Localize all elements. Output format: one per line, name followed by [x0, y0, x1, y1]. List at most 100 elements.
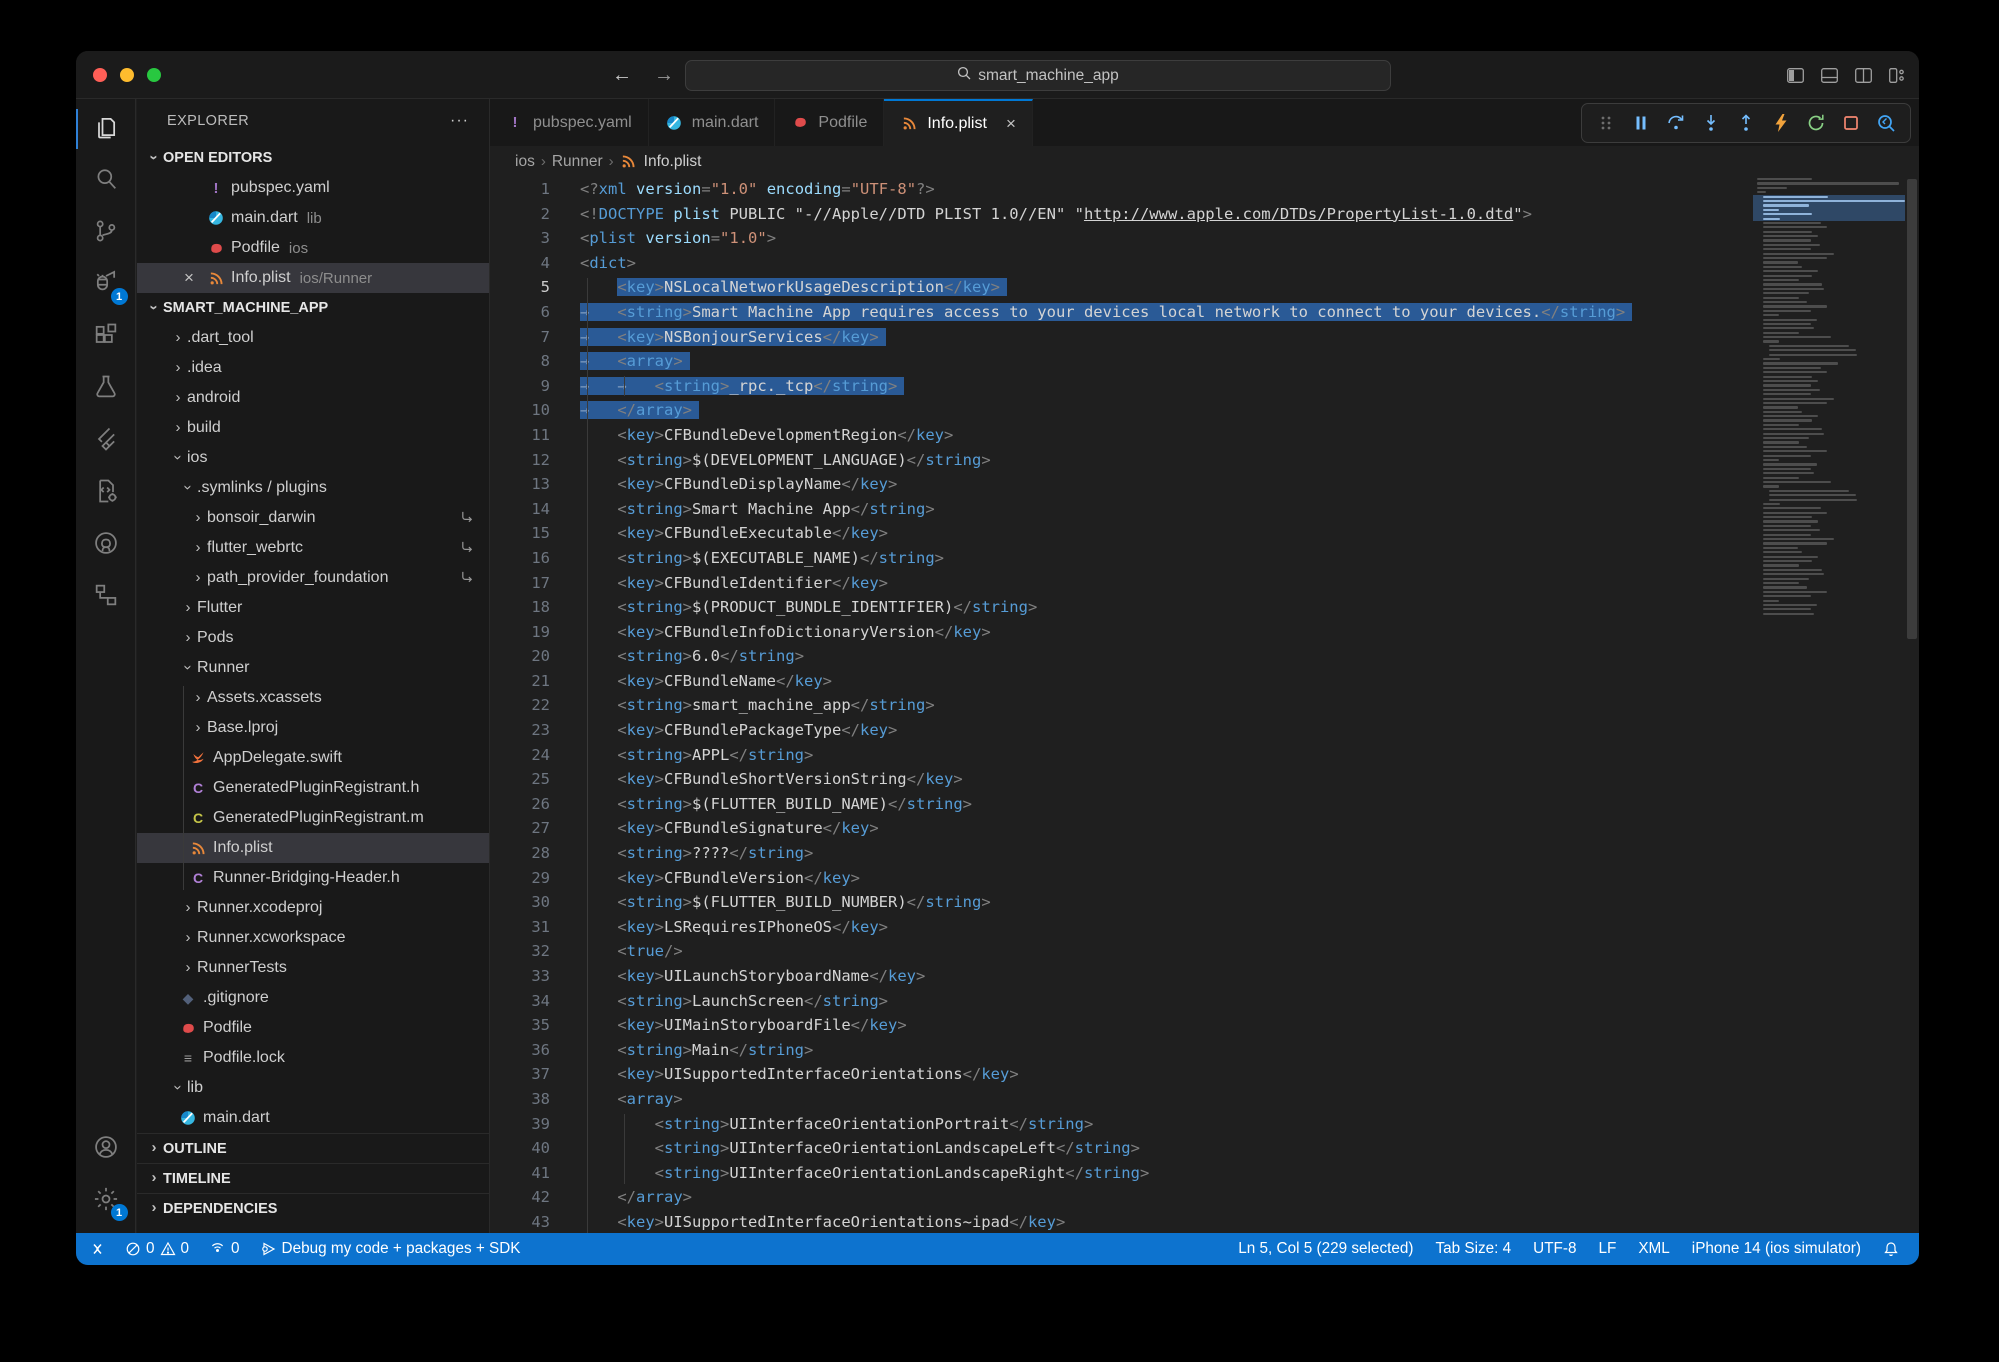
code-line-14[interactable]: 14 <string>Smart Machine App</string>: [490, 497, 1919, 522]
open-editor-main.dart[interactable]: main.dartlib: [137, 203, 489, 233]
open-editor-Info.plist[interactable]: ×Info.plistios/Runner: [137, 263, 489, 293]
tab-Info.plist[interactable]: Info.plist×: [884, 99, 1033, 146]
toggle-sidebar-icon[interactable]: [1787, 68, 1804, 83]
sidebar-item-github[interactable]: [76, 519, 136, 571]
code-line-19[interactable]: 19 <key>CFBundleInfoDictionaryVersion</k…: [490, 620, 1919, 645]
cursor-position[interactable]: Ln 5, Col 5 (229 selected): [1232, 1240, 1419, 1258]
close-icon[interactable]: ×: [177, 263, 201, 293]
problems-indicator[interactable]: 0 0: [119, 1233, 195, 1265]
sidebar-item-extensions[interactable]: [76, 311, 136, 363]
forward-button[interactable]: →: [654, 64, 674, 87]
tree-folder-Pods[interactable]: ›Pods: [137, 623, 489, 653]
tree-folder-Base.lproj[interactable]: ›Base.lproj: [137, 713, 489, 743]
close-icon[interactable]: ×: [1006, 114, 1016, 134]
tree-file-main.dart[interactable]: main.dart: [137, 1103, 489, 1133]
code-line-28[interactable]: 28 <string>????</string>: [490, 841, 1919, 866]
language-mode[interactable]: XML: [1632, 1240, 1675, 1258]
code-line-26[interactable]: 26 <string>$(FLUTTER_BUILD_NAME)</string…: [490, 792, 1919, 817]
code-line-16[interactable]: 16 <string>$(EXECUTABLE_NAME)</string>: [490, 546, 1919, 571]
tab-pubspec.yaml[interactable]: !pubspec.yaml: [490, 99, 649, 146]
code-line-17[interactable]: 17 <key>CFBundleIdentifier</key>: [490, 571, 1919, 596]
code-line-40[interactable]: 40 <string>UIInterfaceOrientationLandsca…: [490, 1136, 1919, 1161]
tab-main.dart[interactable]: main.dart: [649, 99, 776, 146]
section-outline[interactable]: ›OUTLINE: [137, 1133, 489, 1163]
code-line-36[interactable]: 36 <string>Main</string>: [490, 1038, 1919, 1063]
toggle-panel-icon[interactable]: [1821, 68, 1838, 83]
tree-folder-Assets.xcassets[interactable]: ›Assets.xcassets: [137, 683, 489, 713]
drag-handle-icon[interactable]: [1592, 109, 1620, 137]
pause-button[interactable]: [1627, 109, 1655, 137]
code-line-35[interactable]: 35 <key>UIMainStoryboardFile</key>: [490, 1013, 1919, 1038]
tree-folder-Runner.xcodeproj[interactable]: ›Runner.xcodeproj: [137, 893, 489, 923]
code-line-10[interactable]: 10→ </array>: [490, 398, 1919, 423]
code-line-1[interactable]: 1<?xml version="1.0" encoding="UTF-8"?>: [490, 177, 1919, 202]
code-line-23[interactable]: 23 <key>CFBundlePackageType</key>: [490, 718, 1919, 743]
traffic-close-button[interactable]: [93, 68, 107, 82]
debug-status[interactable]: Debug my code + packages + SDK: [254, 1233, 527, 1265]
sidebar-item-run-debug[interactable]: 1: [76, 259, 136, 311]
split-editor-icon[interactable]: [1855, 68, 1872, 83]
tree-file-Runner-Bridging-Header.h[interactable]: CRunner-Bridging-Header.h: [137, 863, 489, 893]
remote-indicator[interactable]: [84, 1233, 111, 1265]
ports-indicator[interactable]: 0: [203, 1233, 246, 1265]
code-line-38[interactable]: 38 <array>: [490, 1087, 1919, 1112]
tree-folder-Runner.xcworkspace[interactable]: ›Runner.xcworkspace: [137, 923, 489, 953]
sidebar-item-search[interactable]: [76, 155, 136, 207]
sidebar-item-testing[interactable]: [76, 363, 136, 415]
sidebar-item-source-control[interactable]: [76, 207, 136, 259]
restart-button[interactable]: [1802, 109, 1830, 137]
editor-scrollbar[interactable]: [1905, 177, 1919, 1233]
code-line-33[interactable]: 33 <key>UILaunchStoryboardName</key>: [490, 964, 1919, 989]
code-line-7[interactable]: 7→ <key>NSBonjourServices</key>: [490, 325, 1919, 350]
open-editor-Podfile[interactable]: Podfileios: [137, 233, 489, 263]
code-line-34[interactable]: 34 <string>LaunchScreen</string>: [490, 989, 1919, 1014]
code-line-27[interactable]: 27 <key>CFBundleSignature</key>: [490, 816, 1919, 841]
code-line-42[interactable]: 42 </array>: [490, 1185, 1919, 1210]
code-line-41[interactable]: 41 <string>UIInterfaceOrientationLandsca…: [490, 1161, 1919, 1186]
tree-file-Info.plist[interactable]: Info.plist: [137, 833, 489, 863]
step-over-button[interactable]: [1662, 109, 1690, 137]
sidebar-item-explorer[interactable]: [76, 103, 136, 155]
code-editor[interactable]: 1<?xml version="1.0" encoding="UTF-8"?>2…: [490, 177, 1919, 1233]
flutter-inspector-button[interactable]: [1872, 109, 1900, 137]
code-line-30[interactable]: 30 <string>$(FLUTTER_BUILD_NUMBER)</stri…: [490, 890, 1919, 915]
tree-folder-RunnerTests[interactable]: ›RunnerTests: [137, 953, 489, 983]
section-timeline[interactable]: ›TIMELINE: [137, 1163, 489, 1193]
code-line-29[interactable]: 29 <key>CFBundleVersion</key>: [490, 866, 1919, 891]
tree-folder-android[interactable]: ›android: [137, 383, 489, 413]
tab-Podfile[interactable]: Podfile: [775, 99, 884, 146]
device-selector[interactable]: iPhone 14 (ios simulator): [1686, 1240, 1867, 1258]
tree-folder-ios[interactable]: ›ios: [137, 443, 489, 473]
tab-size[interactable]: Tab Size: 4: [1429, 1240, 1517, 1258]
section-dependencies[interactable]: ›DEPENDENCIES: [137, 1193, 489, 1223]
traffic-minimize-button[interactable]: [120, 68, 134, 82]
eol-indicator[interactable]: LF: [1592, 1240, 1622, 1258]
stop-button[interactable]: [1837, 109, 1865, 137]
code-line-11[interactable]: 11 <key>CFBundleDevelopmentRegion</key>: [490, 423, 1919, 448]
code-line-13[interactable]: 13 <key>CFBundleDisplayName</key>: [490, 472, 1919, 497]
traffic-maximize-button[interactable]: [147, 68, 161, 82]
tree-file-.gitignore[interactable]: ◆.gitignore: [137, 983, 489, 1013]
code-line-18[interactable]: 18 <string>$(PRODUCT_BUNDLE_IDENTIFIER)<…: [490, 595, 1919, 620]
code-line-21[interactable]: 21 <key>CFBundleName</key>: [490, 669, 1919, 694]
manage-button[interactable]: 1: [76, 1175, 136, 1227]
notifications-bell[interactable]: [1877, 1241, 1905, 1258]
code-line-39[interactable]: 39 <string>UIInterfaceOrientationPortrai…: [490, 1112, 1919, 1137]
code-line-43[interactable]: 43 <key>UISupportedInterfaceOrientations…: [490, 1210, 1919, 1233]
code-line-8[interactable]: 8→ <array>: [490, 349, 1919, 374]
customize-layout-icon[interactable]: [1889, 68, 1905, 83]
tree-folder-.idea[interactable]: ›.idea: [137, 353, 489, 383]
code-line-22[interactable]: 22 <string>smart_machine_app</string>: [490, 693, 1919, 718]
breadcrumb-segment[interactable]: ios: [515, 153, 535, 171]
tree-folder-bonsoir_darwin[interactable]: ›bonsoir_darwin: [137, 503, 489, 533]
code-line-31[interactable]: 31 <key>LSRequiresIPhoneOS</key>: [490, 915, 1919, 940]
tree-folder-path_provider_foundation[interactable]: ›path_provider_foundation: [137, 563, 489, 593]
tree-folder-.dart_tool[interactable]: ›.dart_tool: [137, 323, 489, 353]
accounts-button[interactable]: [76, 1123, 136, 1175]
tree-folder-Flutter[interactable]: ›Flutter: [137, 593, 489, 623]
code-line-5[interactable]: 5 <key>NSLocalNetworkUsageDescription</k…: [490, 275, 1919, 300]
code-line-2[interactable]: 2<!DOCTYPE plist PUBLIC "-//Apple//DTD P…: [490, 202, 1919, 227]
tree-file-AppDelegate.swift[interactable]: AppDelegate.swift: [137, 743, 489, 773]
tree-folder-flutter_webrtc[interactable]: ›flutter_webrtc: [137, 533, 489, 563]
command-center-search[interactable]: smart_machine_app: [685, 60, 1391, 91]
